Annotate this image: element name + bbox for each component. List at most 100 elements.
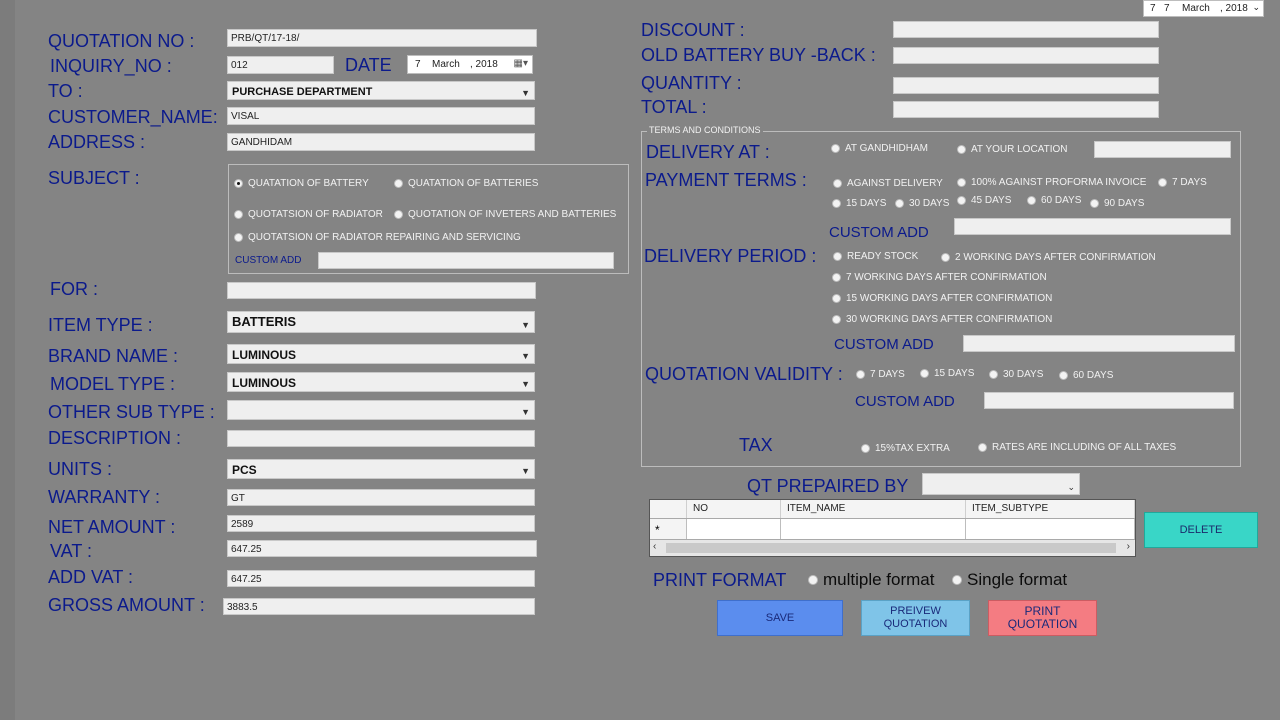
other-sub-type-select[interactable]: ▼ bbox=[227, 400, 535, 420]
radio-icon bbox=[833, 179, 842, 188]
subject-option-radiator-repair[interactable]: QUOTATSION OF RADIATOR REPAIRING AND SER… bbox=[234, 232, 521, 243]
scroll-right-icon[interactable]: › bbox=[1127, 541, 1130, 552]
delivery-at-label: DELIVERY AT : bbox=[646, 142, 770, 162]
vat-input[interactable]: 647.25 bbox=[227, 540, 537, 557]
quantity-input[interactable] bbox=[893, 77, 1159, 94]
radio-icon bbox=[957, 178, 966, 187]
grid-col-item-name[interactable]: ITEM_NAME bbox=[781, 500, 966, 518]
radio-icon bbox=[234, 210, 243, 219]
save-button[interactable]: SAVE bbox=[717, 600, 843, 636]
old-battery-input[interactable] bbox=[893, 47, 1159, 64]
gross-amount-input[interactable]: 3883.5 bbox=[223, 598, 535, 615]
payment-45-days[interactable]: 45 DAYS bbox=[957, 195, 1011, 206]
items-grid[interactable]: NO ITEM_NAME ITEM_SUBTYPE * ‹ › bbox=[649, 499, 1136, 557]
payment-terms-label: PAYMENT TERMS : bbox=[645, 170, 807, 190]
payment-30-days[interactable]: 30 DAYS bbox=[895, 198, 949, 209]
radio-icon bbox=[952, 575, 962, 585]
warranty-input[interactable]: GT bbox=[227, 489, 535, 506]
radio-icon bbox=[941, 253, 950, 262]
quotation-no-input[interactable]: PRB/QT/17-18/ bbox=[227, 29, 537, 47]
for-input[interactable] bbox=[227, 282, 536, 299]
chevron-down-icon: ▼ bbox=[521, 407, 530, 417]
print-single-format[interactable]: Single format bbox=[952, 570, 1067, 590]
delivery-15-days[interactable]: 15 WORKING DAYS AFTER CONFIRMATION bbox=[832, 293, 1052, 304]
date-picker[interactable]: 7 March , 2018 ▦▾ bbox=[407, 55, 533, 74]
subject-option-batteries[interactable]: QUATATION OF BATTERIES bbox=[394, 178, 538, 189]
discount-input[interactable] bbox=[893, 21, 1159, 38]
units-select[interactable]: PCS ▼ bbox=[227, 459, 535, 479]
grid-cell-no[interactable] bbox=[687, 519, 781, 539]
description-input[interactable] bbox=[227, 430, 535, 447]
address-label: ADDRESS : bbox=[48, 132, 146, 152]
customer-name-label: CUSTOMER_NAME: bbox=[48, 107, 218, 127]
payment-custom-add-input[interactable] bbox=[954, 218, 1231, 235]
validity-30-days[interactable]: 30 DAYS bbox=[989, 369, 1043, 380]
validity-15-days[interactable]: 15 DAYS bbox=[920, 368, 974, 379]
payment-60-days[interactable]: 60 DAYS bbox=[1027, 195, 1081, 206]
chevron-down-icon: ▼ bbox=[521, 466, 530, 476]
customer-name-input[interactable]: VISAL bbox=[227, 107, 535, 125]
to-select[interactable]: PURCHASE DEPARTMENT ▼ bbox=[227, 81, 535, 100]
subject-option-radiator[interactable]: QUOTATSION OF RADIATOR bbox=[234, 209, 383, 220]
delivery-at-your-location[interactable]: AT YOUR LOCATION bbox=[957, 144, 1068, 155]
subject-option-inverters[interactable]: QUOTATION OF INVETERS AND BATTERIES bbox=[394, 209, 616, 220]
payment-15-days[interactable]: 15 DAYS bbox=[832, 198, 886, 209]
delivery-7-days[interactable]: 7 WORKING DAYS AFTER CONFIRMATION bbox=[832, 272, 1047, 283]
model-type-label: MODEL TYPE : bbox=[50, 374, 176, 394]
payment-custom-add-label: CUSTOM ADD bbox=[829, 224, 929, 241]
preview-quotation-button[interactable]: PREIVEW QUOTATION bbox=[861, 600, 970, 636]
total-input[interactable] bbox=[893, 101, 1159, 118]
grid-col-no[interactable]: NO bbox=[687, 500, 781, 518]
delivery-custom-add-input[interactable] bbox=[963, 335, 1235, 352]
brand-name-select[interactable]: LUMINOUS ▼ bbox=[227, 344, 535, 364]
delivery-ready-stock[interactable]: READY STOCK bbox=[833, 251, 918, 262]
payment-proforma[interactable]: 100% AGAINST PROFORMA INVOICE bbox=[957, 177, 1146, 188]
payment-7-days[interactable]: 7 DAYS bbox=[1158, 177, 1207, 188]
quotation-no-label: QUOTATION NO : bbox=[48, 31, 195, 51]
tax-including[interactable]: RATES ARE INCLUDING OF ALL TAXES bbox=[978, 442, 1176, 453]
scrollbar-thumb[interactable] bbox=[666, 543, 1116, 553]
subject-option-battery[interactable]: QUATATION OF BATTERY bbox=[234, 178, 369, 189]
delivery-period-label: DELIVERY PERIOD : bbox=[644, 246, 817, 266]
grid-cell-item-subtype[interactable] bbox=[966, 519, 1135, 539]
calendar-icon[interactable]: ▦▾ bbox=[514, 58, 528, 69]
validity-custom-add-input[interactable] bbox=[984, 392, 1234, 409]
model-type-select[interactable]: LUMINOUS ▼ bbox=[227, 372, 535, 392]
top-date-picker[interactable]: 7 7 March , 2018 ⌄ bbox=[1143, 0, 1264, 17]
grid-horizontal-scrollbar[interactable]: ‹ › bbox=[650, 540, 1135, 556]
qt-prepared-by-select[interactable]: ⌄ bbox=[922, 473, 1080, 495]
payment-90-days[interactable]: 90 DAYS bbox=[1090, 198, 1144, 209]
address-input[interactable]: GANDHIDAM bbox=[227, 133, 535, 151]
delivery-at-input[interactable] bbox=[1094, 141, 1231, 158]
print-multiple-format[interactable]: multiple format bbox=[808, 570, 934, 590]
radio-icon bbox=[856, 370, 865, 379]
grid-cell-item-name[interactable] bbox=[781, 519, 966, 539]
chevron-down-icon: ▼ bbox=[521, 320, 530, 330]
payment-against-delivery[interactable]: AGAINST DELIVERY bbox=[833, 178, 943, 189]
for-label: FOR : bbox=[50, 279, 98, 299]
radio-icon bbox=[832, 199, 841, 208]
chevron-down-icon: ▼ bbox=[521, 379, 530, 389]
scroll-left-icon[interactable]: ‹ bbox=[653, 541, 656, 552]
radio-icon bbox=[920, 369, 929, 378]
brand-name-value: LUMINOUS bbox=[232, 348, 296, 362]
discount-label: DISCOUNT : bbox=[641, 20, 745, 40]
delete-button[interactable]: DELETE bbox=[1144, 512, 1258, 548]
tax-extra[interactable]: 15%TAX EXTRA bbox=[861, 443, 950, 454]
subject-custom-add-input[interactable] bbox=[318, 252, 614, 269]
units-value: PCS bbox=[232, 463, 257, 477]
validity-60-days[interactable]: 60 DAYS bbox=[1059, 370, 1113, 381]
delivery-2-days[interactable]: 2 WORKING DAYS AFTER CONFIRMATION bbox=[941, 252, 1156, 263]
units-label: UNITS : bbox=[48, 459, 113, 479]
item-type-select[interactable]: BATTERIS ▼ bbox=[227, 311, 535, 333]
add-vat-input[interactable]: 647.25 bbox=[227, 570, 535, 587]
radio-icon bbox=[833, 252, 842, 261]
grid-col-item-subtype[interactable]: ITEM_SUBTYPE bbox=[966, 500, 1135, 518]
inquiry-no-input[interactable]: 012 bbox=[227, 56, 334, 74]
warranty-label: WARRANTY : bbox=[48, 487, 161, 507]
delivery-30-days[interactable]: 30 WORKING DAYS AFTER CONFIRMATION bbox=[832, 314, 1052, 325]
validity-7-days[interactable]: 7 DAYS bbox=[856, 369, 905, 380]
net-amount-input[interactable]: 2589 bbox=[227, 515, 535, 532]
delivery-at-gandhidham[interactable]: AT GANDHIDHAM bbox=[831, 143, 928, 154]
print-quotation-button[interactable]: PRINT QUOTATION bbox=[988, 600, 1097, 636]
